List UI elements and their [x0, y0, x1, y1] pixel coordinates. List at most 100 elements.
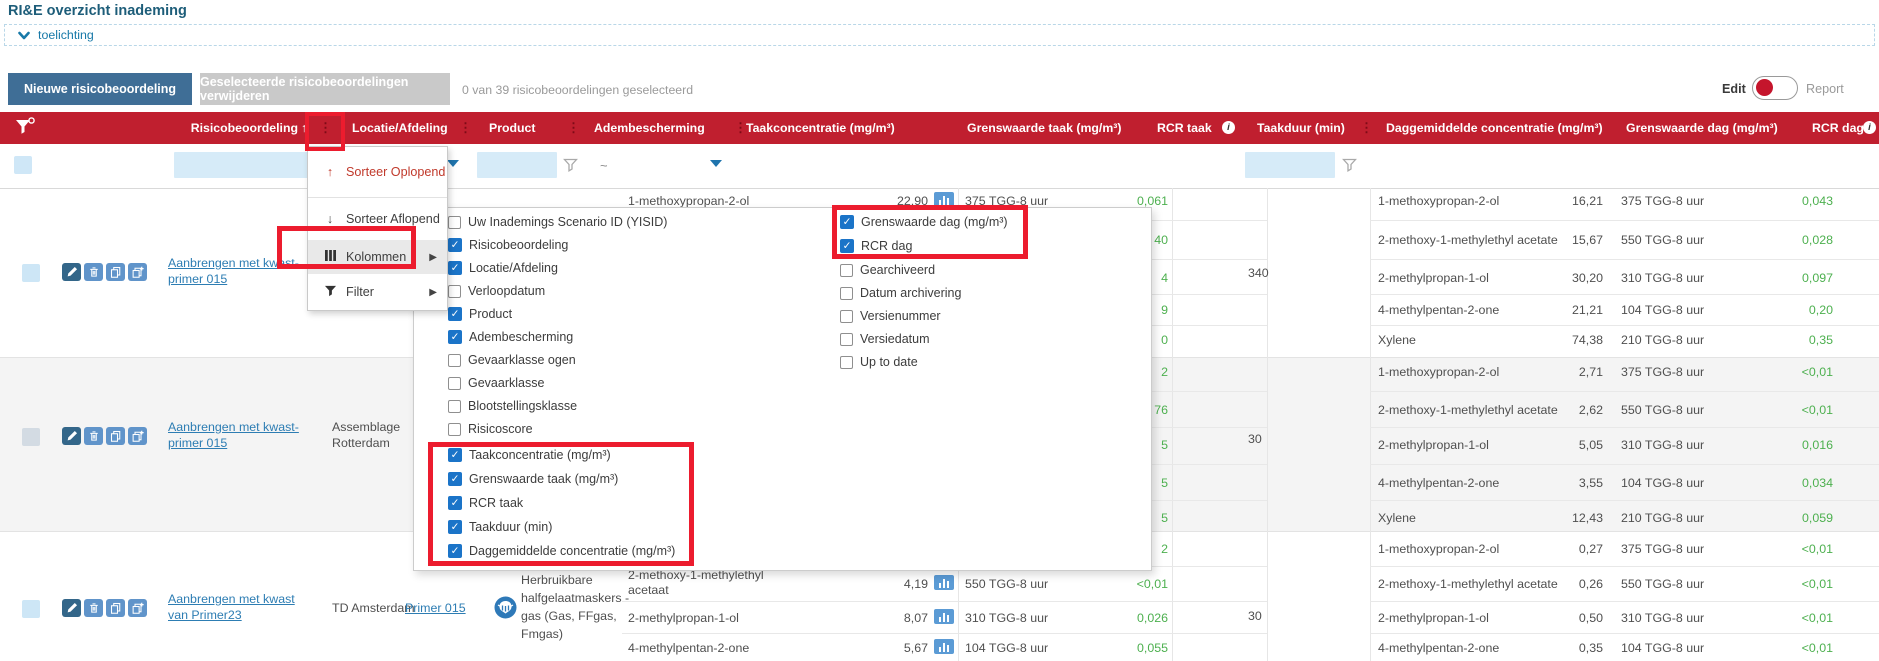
column-toggle-daggemiddelde[interactable]: Daggemiddelde concentratie (mg/m³) — [448, 544, 675, 558]
menu-item-sort-ascending[interactable]: ↑ Sorteer Oplopend — [308, 147, 447, 198]
column-toggle-versiedatum[interactable]: Versiedatum — [840, 332, 929, 346]
col-header-taakduur[interactable]: Taakduur (min) — [1257, 121, 1345, 135]
col-header-locatie[interactable]: Locatie/Afdeling — [352, 121, 448, 135]
assessment-link[interactable]: Aanbrengen met kwast- — [168, 420, 299, 434]
checkbox-unchecked-icon[interactable] — [448, 400, 461, 413]
checkbox-unchecked-icon[interactable] — [840, 310, 853, 323]
menu-item-filter[interactable]: Filter ▶ — [308, 274, 447, 310]
col-header-product[interactable]: Product — [489, 121, 535, 135]
checkbox-unchecked-icon[interactable] — [840, 333, 853, 346]
column-toggle-taakconcentratie[interactable]: Taakconcentratie (mg/m³) — [448, 448, 611, 462]
filter-input-locatie[interactable] — [477, 152, 557, 178]
product-link[interactable]: Primer 015 — [405, 601, 466, 615]
col-header-risicobeoordeling[interactable]: Risicobeoordeling — [150, 121, 298, 135]
column-toggle-rcr-taak[interactable]: RCR taak — [448, 496, 523, 510]
filter-operator[interactable]: ~ — [600, 158, 608, 173]
chart-badge-icon[interactable] — [934, 575, 954, 590]
checkbox-checked-icon[interactable] — [448, 307, 462, 321]
assessment-link[interactable]: Aanbrengen met kwast- — [168, 256, 299, 270]
menu-item-kolommen[interactable]: Kolommen ▶ — [308, 240, 447, 274]
checkbox-unchecked-icon[interactable] — [840, 356, 853, 369]
row-checkbox[interactable] — [22, 600, 40, 618]
chart-badge-icon[interactable] — [934, 639, 954, 654]
checkbox-checked-icon[interactable] — [448, 520, 462, 534]
menu-item-sort-descending[interactable]: ↓ Sorteer Aflopend — [308, 198, 447, 240]
checkbox-unchecked-icon[interactable] — [448, 423, 461, 436]
copy-icon[interactable] — [106, 263, 125, 281]
copy-plus-icon[interactable] — [128, 263, 147, 281]
checkbox-unchecked-icon[interactable] — [840, 287, 853, 300]
trash-icon[interactable] — [84, 599, 103, 617]
assessment-link[interactable]: Aanbrengen met kwast — [168, 592, 295, 606]
edit-pencil-icon[interactable] — [62, 599, 81, 617]
column-toggle-grenswaarde-taak[interactable]: Grenswaarde taak (mg/m³) — [448, 472, 618, 486]
column-toggle-rcr-dag[interactable]: RCR dag — [840, 239, 912, 253]
checkbox-checked-icon[interactable] — [448, 261, 462, 275]
filter-dropdown-icon[interactable] — [447, 160, 459, 167]
assessment-link[interactable]: primer 015 — [168, 436, 227, 450]
copy-icon[interactable] — [106, 599, 125, 617]
column-toggle-datum-archivering[interactable]: Datum archivering — [840, 286, 961, 300]
funnel-icon[interactable] — [1342, 158, 1357, 178]
select-all-checkbox[interactable] — [14, 156, 32, 174]
col-header-grenswaarde-dag[interactable]: Grenswaarde dag (mg/m³) — [1626, 121, 1778, 135]
filter-input-taakduur[interactable] — [1245, 152, 1335, 178]
row-checkbox[interactable] — [22, 264, 40, 282]
column-toggle-yisid[interactable]: Uw Inademings Scenario ID (YISID) — [448, 215, 667, 229]
checkbox-checked-icon[interactable] — [448, 544, 462, 558]
checkbox-checked-icon[interactable] — [448, 472, 462, 486]
edit-pencil-icon[interactable] — [62, 427, 81, 445]
column-toggle-gevaarklasse[interactable]: Gevaarklasse — [448, 376, 544, 390]
column-toggle-verloopdatum[interactable]: Verloopdatum — [448, 284, 545, 298]
info-icon[interactable]: i — [1863, 121, 1876, 134]
checkbox-checked-icon[interactable] — [840, 215, 854, 229]
edit-pencil-icon[interactable] — [62, 263, 81, 281]
column-menu-icon[interactable]: ⋮ — [459, 119, 472, 136]
copy-icon[interactable] — [106, 427, 125, 445]
checkbox-unchecked-icon[interactable] — [448, 285, 461, 298]
checkbox-checked-icon[interactable] — [448, 238, 462, 252]
col-header-adembescherming[interactable]: Adembescherming — [594, 121, 705, 135]
trash-icon[interactable] — [84, 427, 103, 445]
row-checkbox[interactable] — [22, 428, 40, 446]
delete-selected-button[interactable]: Geselecteerde risicobeoordelingen verwij… — [200, 73, 450, 105]
assessment-link[interactable]: primer 015 — [168, 272, 227, 286]
column-toggle-blootstellingsklasse[interactable]: Blootstellingsklasse — [448, 399, 577, 413]
column-toggle-gearchiveerd[interactable]: Gearchiveerd — [840, 263, 935, 277]
chart-badge-icon[interactable] — [934, 192, 954, 207]
column-toggle-up-to-date[interactable]: Up to date — [840, 355, 918, 369]
copy-plus-icon[interactable] — [128, 599, 147, 617]
col-header-rcr-taak[interactable]: RCR taak — [1157, 121, 1212, 135]
column-toggle-risicobeoordeling[interactable]: Risicobeoordeling — [448, 238, 568, 252]
funnel-icon[interactable] — [563, 158, 578, 178]
column-toggle-versienummer[interactable]: Versienummer — [840, 309, 941, 323]
trash-icon[interactable] — [84, 263, 103, 281]
checkbox-checked-icon[interactable] — [840, 239, 854, 253]
column-toggle-grenswaarde-dag[interactable]: Grenswaarde dag (mg/m³) — [840, 215, 1008, 229]
checkbox-unchecked-icon[interactable] — [448, 377, 461, 390]
checkbox-checked-icon[interactable] — [448, 496, 462, 510]
column-toggle-gevaarklasse-ogen[interactable]: Gevaarklasse ogen — [448, 353, 576, 367]
column-toggle-risicoscore[interactable]: Risicoscore — [448, 422, 533, 436]
column-menu-icon[interactable]: ⋮ — [567, 119, 580, 136]
column-toggle-locatie[interactable]: Locatie/Afdeling — [448, 261, 558, 275]
column-toggle-product[interactable]: Product — [448, 307, 512, 321]
info-icon[interactable]: i — [1222, 121, 1235, 134]
assessment-link[interactable]: van Primer23 — [168, 608, 242, 622]
checkbox-checked-icon[interactable] — [448, 448, 462, 462]
edit-report-toggle[interactable] — [1752, 76, 1798, 100]
new-assessment-button[interactable]: Nieuwe risicobeoordeling — [8, 73, 192, 105]
checkbox-unchecked-icon[interactable] — [840, 264, 853, 277]
column-toggle-taakduur[interactable]: Taakduur (min) — [448, 520, 552, 534]
column-toggle-adembescherming[interactable]: Adembescherming — [448, 330, 573, 344]
checkbox-unchecked-icon[interactable] — [448, 354, 461, 367]
filter-input-risicobeoordeling[interactable] — [174, 152, 308, 178]
col-header-grenswaarde-taak[interactable]: Grenswaarde taak (mg/m³) — [967, 121, 1121, 135]
filter-dropdown-icon[interactable] — [710, 160, 722, 167]
col-header-rcr-dag[interactable]: RCR dag — [1812, 121, 1864, 135]
checkbox-checked-icon[interactable] — [448, 330, 462, 344]
col-header-taakconcentratie[interactable]: Taakconcentratie (mg/m³) — [746, 121, 895, 135]
copy-plus-icon[interactable] — [128, 427, 147, 445]
chart-badge-icon[interactable] — [934, 609, 954, 624]
col-header-daggemiddelde[interactable]: Daggemiddelde concentratie (mg/m³) — [1386, 121, 1603, 135]
